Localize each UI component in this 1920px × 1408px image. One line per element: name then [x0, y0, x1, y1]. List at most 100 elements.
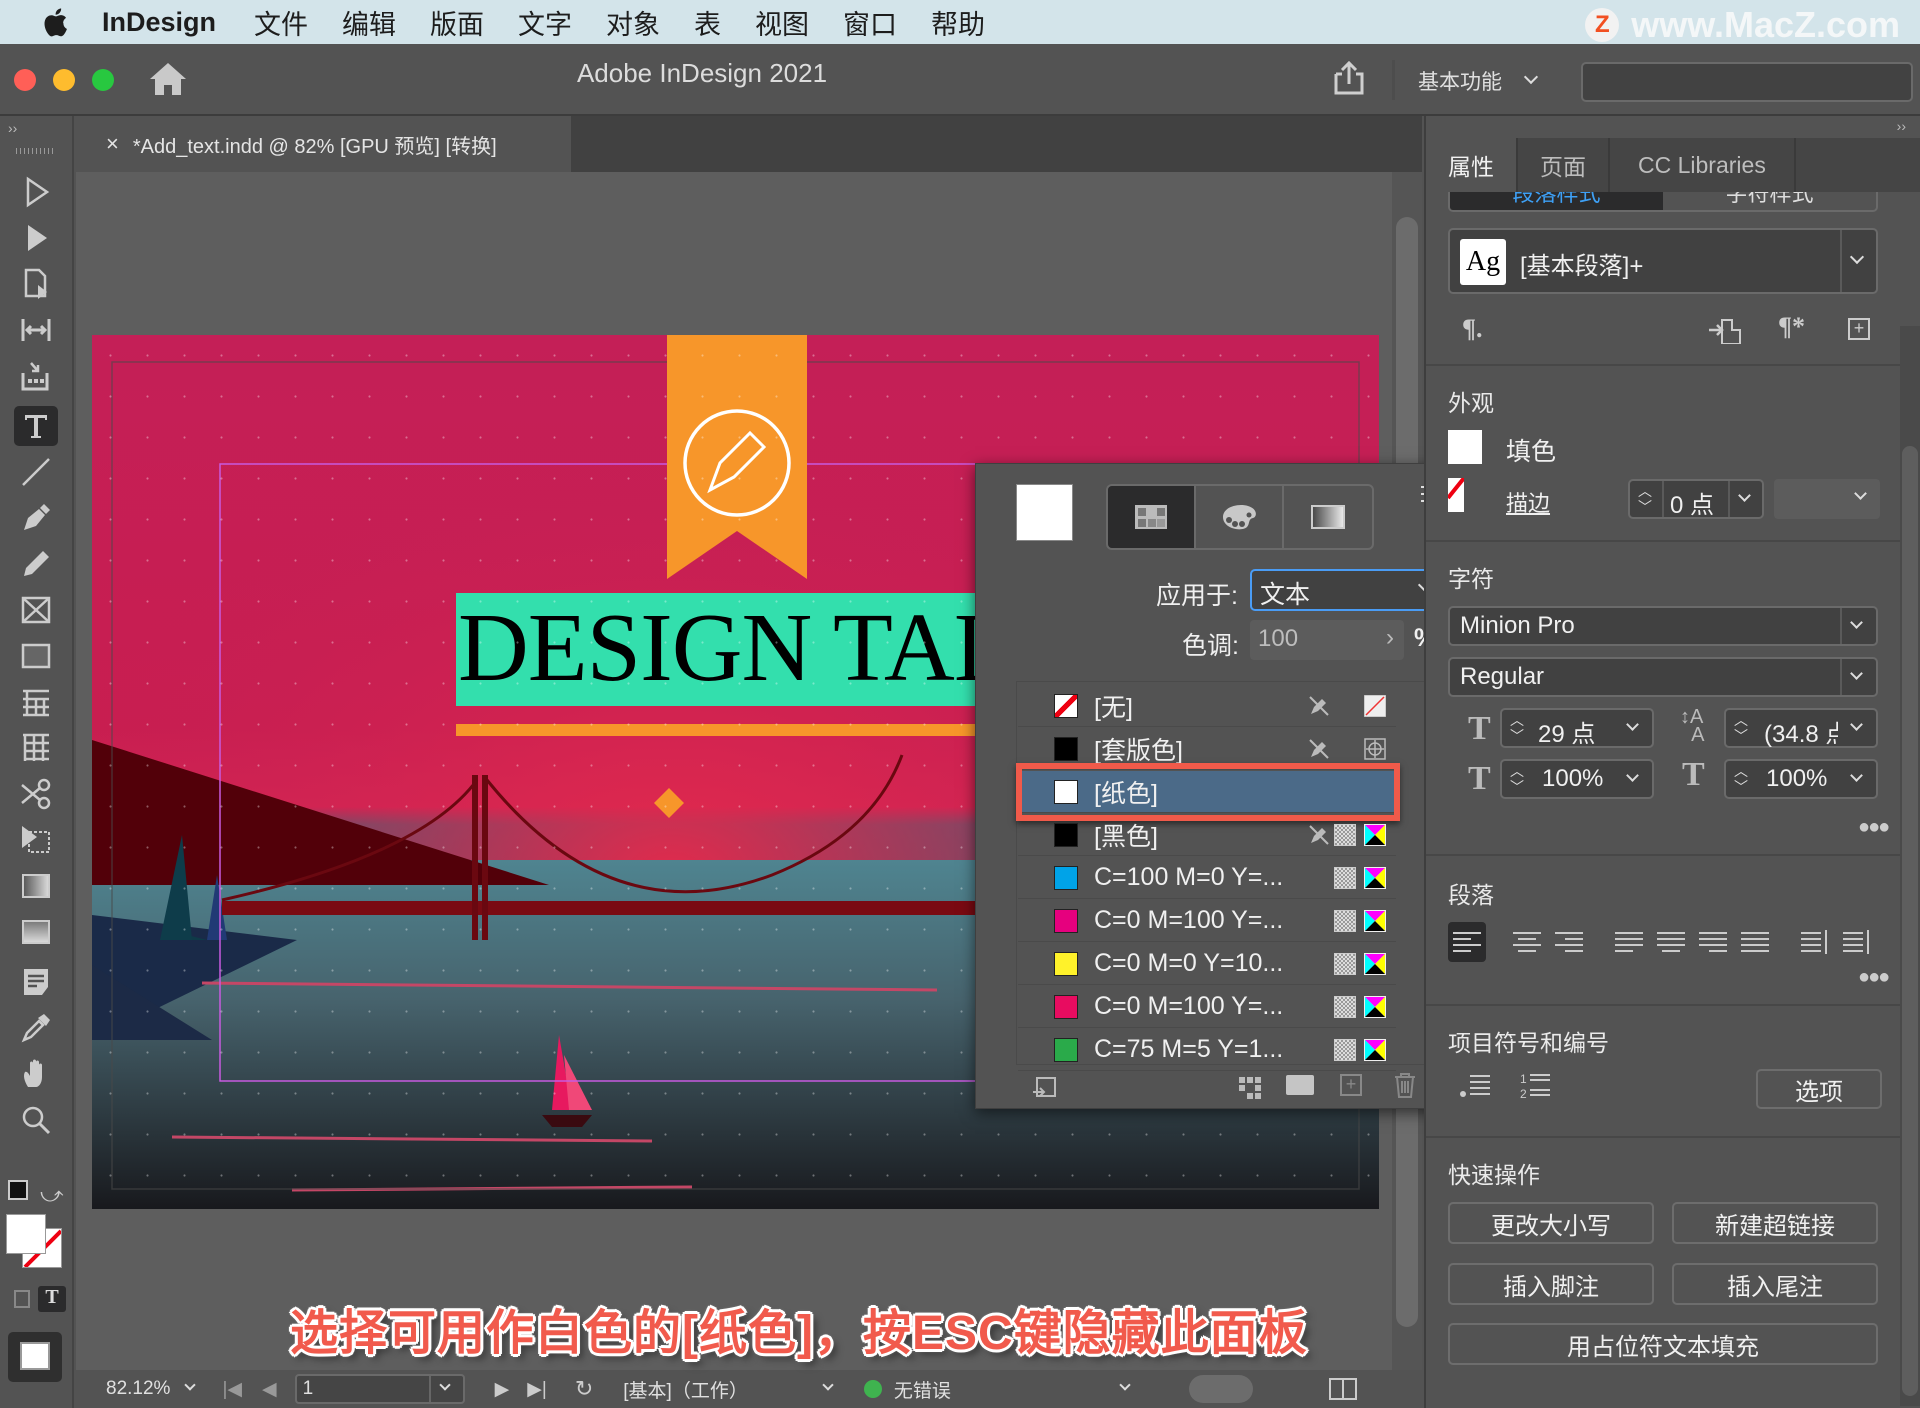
- next-page-icon[interactable]: ▶: [495, 1378, 510, 1401]
- stepper-icon[interactable]: ︿ ﹀: [1734, 712, 1748, 744]
- tint-input[interactable]: 100 ›: [1250, 620, 1404, 660]
- note-tool-icon[interactable]: [14, 962, 58, 1002]
- formatting-affects-text-icon[interactable]: T: [38, 1286, 66, 1312]
- eyedropper-tool-icon[interactable]: [14, 1008, 58, 1048]
- chevron-down-icon[interactable]: [1119, 1379, 1131, 1391]
- change-case-button[interactable]: 更改大小写: [1448, 1202, 1654, 1244]
- menu-layout[interactable]: 版面: [430, 3, 484, 42]
- direct-selection-tool-icon[interactable]: [14, 218, 58, 258]
- paragraph-style-options-icon[interactable]: ¶.: [1462, 314, 1483, 344]
- align-center-icon[interactable]: [1508, 922, 1546, 962]
- swatch-row[interactable]: C=75 M=5 Y=1...: [1018, 1029, 1396, 1071]
- workspace-switcher[interactable]: 基本功能: [1418, 66, 1539, 96]
- preflight-errors[interactable]: 无错误: [894, 1376, 951, 1403]
- bulleted-list-icon[interactable]: [1460, 1072, 1492, 1105]
- stepper-icon[interactable]: ︿ ﹀: [1638, 483, 1652, 515]
- tab-cc-libraries[interactable]: CC Libraries: [1610, 138, 1796, 192]
- stepper-icon[interactable]: ︿ ﹀: [1510, 712, 1524, 744]
- new-color-group-icon[interactable]: [1286, 1075, 1314, 1095]
- swatches-view-button[interactable]: [1108, 486, 1196, 548]
- align-left-icon[interactable]: [1448, 922, 1486, 962]
- preflight-profile[interactable]: [基本]（工作）: [623, 1376, 748, 1403]
- line-tool-icon[interactable]: [14, 452, 58, 492]
- new-hyperlink-button[interactable]: 新建超链接: [1672, 1202, 1878, 1244]
- gradient-view-button[interactable]: [1284, 486, 1372, 548]
- swatch-row[interactable]: C=0 M=0 Y=10...: [1018, 943, 1396, 985]
- swatch-row[interactable]: C=0 M=100 Y=...: [1018, 986, 1396, 1028]
- tint-slider-arrow-icon[interactable]: ›: [1386, 624, 1394, 652]
- fill-color-swatch[interactable]: [1448, 430, 1482, 464]
- collapse-dock-icon[interactable]: ››: [1897, 118, 1906, 134]
- stroke-label[interactable]: 描边: [1506, 486, 1550, 518]
- color-view-button[interactable]: [1196, 486, 1284, 548]
- menu-object[interactable]: 对象: [606, 3, 660, 42]
- rectangle-frame-tool-icon[interactable]: [14, 590, 58, 630]
- panel-grip[interactable]: [16, 148, 54, 154]
- show-swatch-kinds-icon[interactable]: [1032, 1076, 1058, 1105]
- new-style-icon[interactable]: +: [1848, 318, 1870, 340]
- gradient-swatch-tool-icon[interactable]: [14, 866, 58, 906]
- font-style-select[interactable]: Regular: [1448, 657, 1878, 697]
- swatch-row[interactable]: [纸色]: [1018, 771, 1396, 813]
- properties-scrollbar[interactable]: [1900, 326, 1920, 1406]
- stroke-weight-field[interactable]: ︿ ﹀ 0 点: [1628, 479, 1764, 519]
- swatch-row[interactable]: C=0 M=100 Y=...: [1018, 900, 1396, 942]
- menu-table[interactable]: 表: [694, 3, 721, 42]
- clear-overrides-icon[interactable]: ¶*: [1778, 312, 1805, 342]
- zoom-tool-icon[interactable]: [14, 1100, 58, 1140]
- hand-tool-icon[interactable]: [14, 1054, 58, 1094]
- pen-tool-icon[interactable]: [14, 498, 58, 538]
- vertical-scale-field[interactable]: ︿ ﹀ 100%: [1500, 759, 1654, 799]
- page-tool-icon[interactable]: [14, 264, 58, 304]
- align-towards-spine-icon[interactable]: [1796, 922, 1834, 962]
- justify-center-icon[interactable]: [1652, 922, 1690, 962]
- apple-menu-icon[interactable]: [40, 7, 70, 37]
- swatch-row[interactable]: [黑色]: [1018, 814, 1396, 856]
- collapse-panel-icon[interactable]: ››: [8, 120, 17, 136]
- stepper-icon[interactable]: ︿ ﹀: [1734, 763, 1748, 795]
- leading-field[interactable]: ︿﹀ (34.8 点): [1724, 708, 1878, 748]
- stroke-type-select[interactable]: [1774, 479, 1880, 519]
- gap-tool-icon[interactable]: [14, 310, 58, 350]
- tab-pages[interactable]: 页面: [1518, 138, 1610, 192]
- menu-type[interactable]: 文字: [518, 3, 572, 42]
- insert-endnote-button[interactable]: 插入尾注: [1672, 1263, 1878, 1305]
- swatch-row[interactable]: [无]: [1018, 685, 1396, 727]
- paragraph-style-select[interactable]: Ag [基本段落]+: [1448, 228, 1878, 294]
- apply-to-select[interactable]: 文本: [1250, 569, 1446, 611]
- screen-mode-button[interactable]: [8, 1332, 62, 1382]
- free-transform-tool-icon[interactable]: [14, 820, 58, 860]
- selection-tool-icon[interactable]: [14, 172, 58, 212]
- table-tool-icon[interactable]: [14, 682, 58, 722]
- swap-fill-stroke-icon[interactable]: ⤻: [40, 1182, 64, 1208]
- align-away-from-spine-icon[interactable]: [1838, 922, 1876, 962]
- scissors-tool-icon[interactable]: [14, 774, 58, 814]
- tab-properties[interactable]: 属性: [1426, 138, 1518, 192]
- align-right-icon[interactable]: [1550, 922, 1588, 962]
- chevron-down-icon[interactable]: [822, 1379, 834, 1391]
- insert-footnote-button[interactable]: 插入脚注: [1448, 1263, 1654, 1305]
- numbered-list-icon[interactable]: 12: [1520, 1070, 1552, 1107]
- menu-file[interactable]: 文件: [254, 3, 308, 42]
- menu-app-name[interactable]: InDesign: [102, 7, 216, 38]
- grid-tool-icon[interactable]: [14, 728, 58, 768]
- preflight-icon[interactable]: ↻: [575, 1376, 593, 1402]
- share-icon[interactable]: [1332, 60, 1366, 101]
- load-styles-icon[interactable]: [1708, 316, 1742, 349]
- more-options-icon[interactable]: ●●●: [1858, 966, 1890, 989]
- tab-character-styles[interactable]: 字符样式: [1663, 192, 1876, 210]
- content-collector-tool-icon[interactable]: [14, 356, 58, 396]
- justify-left-icon[interactable]: [1610, 922, 1648, 962]
- last-page-icon[interactable]: ▶|: [527, 1378, 547, 1401]
- justify-all-icon[interactable]: [1736, 922, 1774, 962]
- chevron-down-icon[interactable]: [184, 1379, 197, 1391]
- first-page-icon[interactable]: |◀: [222, 1378, 242, 1401]
- split-view-icon[interactable]: [1328, 1378, 1357, 1400]
- pencil-tool-icon[interactable]: [14, 544, 58, 584]
- tab-paragraph-styles[interactable]: 段落样式: [1450, 192, 1663, 210]
- rectangle-tool-icon[interactable]: [14, 636, 58, 676]
- document-tab[interactable]: × *Add_text.indd @ 82% [GPU 预览] [转换]: [76, 116, 571, 172]
- fill-placeholder-text-button[interactable]: 用占位符文本填充: [1448, 1323, 1878, 1365]
- fill-swatch[interactable]: [6, 1214, 46, 1254]
- horizontal-scale-field[interactable]: ︿ ﹀ 100%: [1724, 759, 1878, 799]
